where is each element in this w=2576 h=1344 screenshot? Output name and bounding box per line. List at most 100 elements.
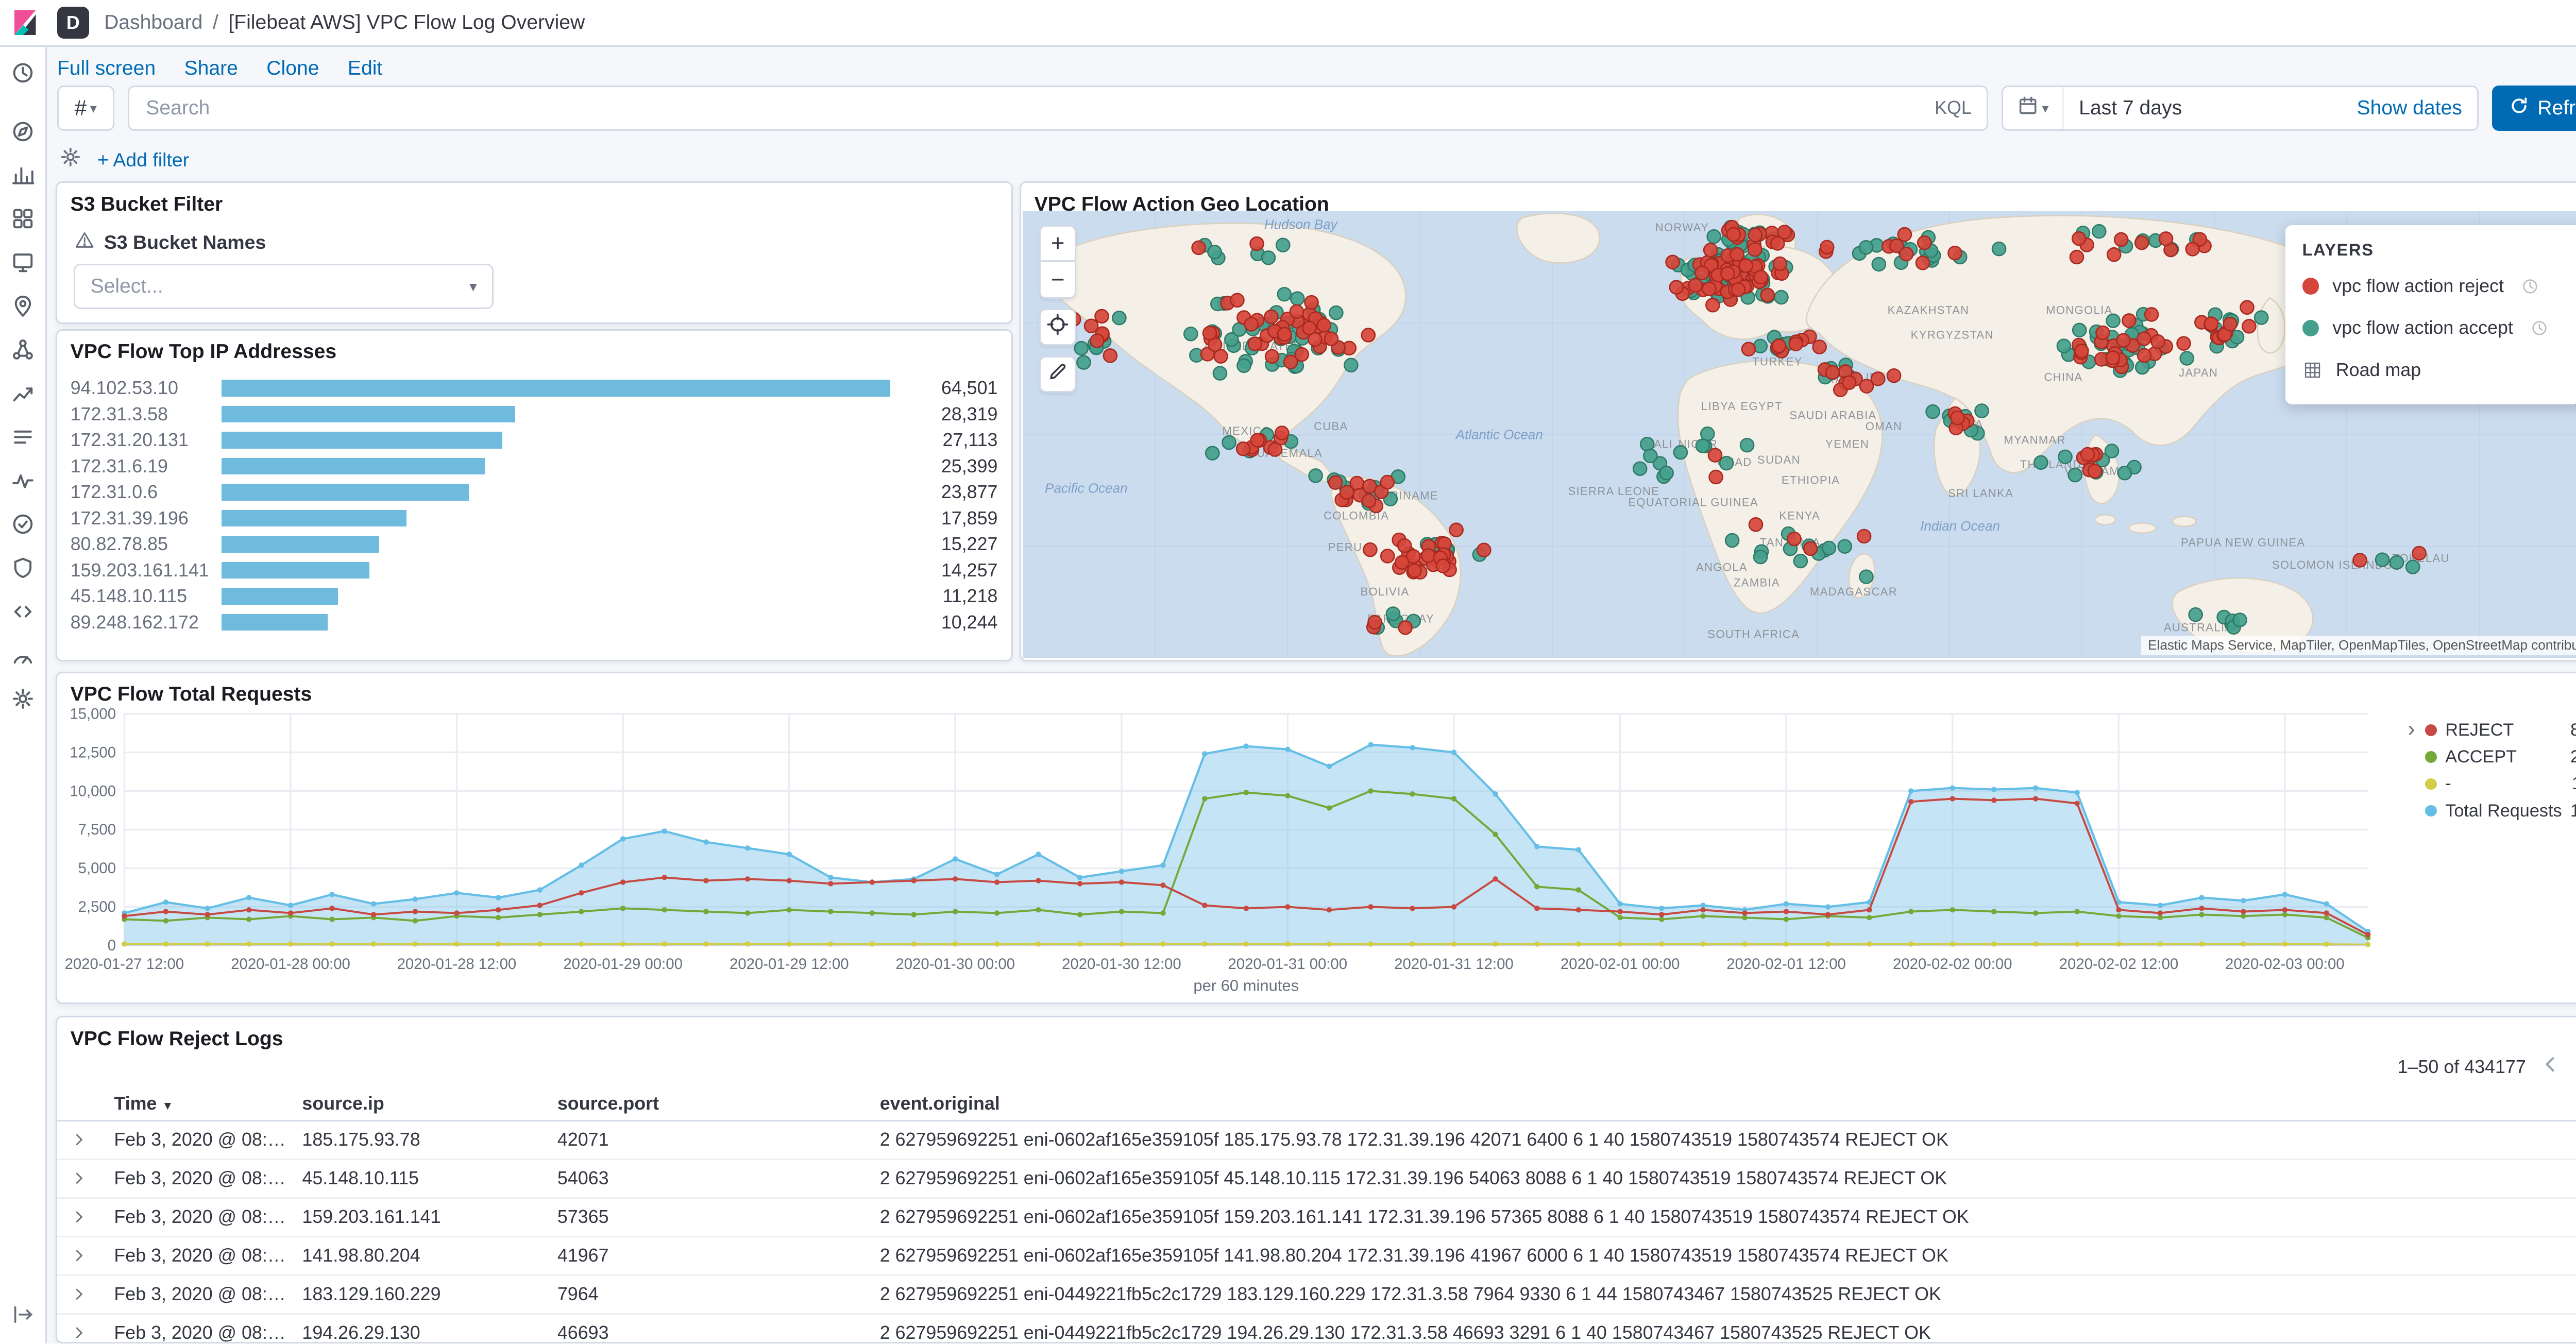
table-row[interactable]: Feb 3, 2020 @ 08:25:25.000 194.26.29.130 4… — [57, 1315, 2576, 1342]
zoom-in-button[interactable]: + — [1039, 225, 1077, 262]
ip-bar-row[interactable]: 45.148.10.115 11,218 — [71, 583, 998, 609]
kibana-logo-icon[interactable] — [0, 8, 50, 37]
table-header-row: Time ▼ source.ip source.port event.original — [57, 1087, 2576, 1121]
svg-text:2020-02-03 00:00: 2020-02-03 00:00 — [2225, 956, 2345, 973]
panel-title[interactable]: VPC Flow Top IP Addresses — [57, 331, 1011, 364]
chevron-left-icon — [2539, 1053, 2561, 1081]
sidebar-item-apm[interactable] — [3, 468, 43, 499]
minus-icon: − — [1050, 266, 1065, 293]
filter-options-gear-icon[interactable] — [59, 144, 82, 175]
space-avatar[interactable]: D — [57, 7, 89, 39]
sidebar-item-stack-monitoring[interactable] — [3, 643, 43, 673]
search-input[interactable] — [127, 86, 1989, 131]
ip-bar-row[interactable]: 159.203.161.141 14,257 — [71, 557, 998, 584]
toolbar-link-full-screen[interactable]: Full screen — [57, 57, 156, 80]
ip-bar-row[interactable]: 172.31.20.131 27,113 — [71, 427, 998, 453]
cell-event-original: 2 627959692251 eni-0602af165e359105f 159… — [879, 1206, 1969, 1228]
ip-bar-row[interactable]: 172.31.6.19 25,399 — [71, 453, 998, 480]
map-tools-button[interactable] — [1039, 355, 1077, 393]
ip-bar-row[interactable]: 80.82.78.85 15,227 — [71, 531, 998, 557]
sidebar-item-recently-viewed[interactable] — [3, 60, 43, 91]
breadcrumb: Dashboard / [Filebeat AWS] VPC Flow Log … — [104, 11, 585, 34]
add-filter-button[interactable]: + Add filter — [97, 149, 189, 171]
geo-map[interactable]: Hudson BayNORWAYUNITED STATESKAZAKHSTANM… — [1022, 211, 2576, 659]
toolbar-link-clone[interactable]: Clone — [266, 57, 319, 80]
sidebar-item-dev-tools[interactable] — [3, 599, 43, 630]
legend-item--[interactable]: -110 — [2425, 771, 2576, 797]
table-row[interactable]: Feb 3, 2020 @ 08:26:14.000 141.98.80.204 4… — [57, 1237, 2576, 1276]
legend-item-total-requests[interactable]: Total Requests1,226 — [2425, 797, 2576, 824]
s3-bucket-select[interactable]: Select... ▾ — [74, 264, 494, 310]
svg-text:2020-01-30 00:00: 2020-01-30 00:00 — [895, 956, 1015, 973]
svg-text:BOLIVIA: BOLIVIA — [1360, 586, 1409, 599]
toolbar-link-share[interactable]: Share — [184, 57, 238, 80]
svg-text:EQUATORIAL GUINEA: EQUATORIAL GUINEA — [1628, 496, 1758, 509]
legend-item-accept[interactable]: ACCEPT253 — [2425, 744, 2576, 771]
sidebar-item-dashboard[interactable] — [3, 207, 43, 237]
calendar-menu-button[interactable]: ▾ — [2003, 87, 2064, 130]
table-row[interactable]: Feb 3, 2020 @ 08:25:25.000 183.129.160.22… — [57, 1276, 2576, 1315]
sidebar-item-visualize[interactable] — [3, 163, 43, 193]
layer-row-road-map[interactable]: Road map — [2302, 349, 2576, 391]
column-header-source-port[interactable]: source.port — [544, 1093, 867, 1114]
sidebar-item-logs[interactable] — [3, 425, 43, 455]
svg-text:0: 0 — [107, 937, 115, 954]
show-dates-button[interactable]: Show dates — [2357, 97, 2462, 120]
column-header-source-ip[interactable]: source.ip — [289, 1093, 544, 1114]
expand-row-icon[interactable] — [57, 1131, 101, 1148]
column-header-time[interactable]: Time ▼ — [100, 1093, 289, 1114]
cell-time: Feb 3, 2020 @ 08:26:14.000 — [114, 1206, 289, 1228]
dashboard-content: Full screen Share Clone Edit #▾ KQL ▾ Last … — [47, 47, 2576, 1343]
time-range-label[interactable]: Last 7 days — [2079, 97, 2182, 120]
ip-value: 64,501 — [941, 377, 998, 398]
expand-row-icon[interactable] — [57, 1324, 101, 1341]
ip-label: 159.203.161.141 — [70, 559, 209, 581]
legend-collapse-button[interactable]: › — [2408, 717, 2415, 741]
panel-title[interactable]: S3 Bucket Filter — [57, 183, 1011, 216]
sidebar-item-discover[interactable] — [3, 119, 43, 149]
svg-text:SRI LANKA: SRI LANKA — [1948, 487, 2013, 500]
sidebar-item-canvas[interactable] — [3, 250, 43, 281]
ip-bar-row[interactable]: 172.31.3.58 28,319 — [71, 401, 998, 428]
saved-query-menu-button[interactable]: # ▾ — [57, 86, 114, 131]
expand-row-icon[interactable] — [57, 1209, 101, 1226]
table-row[interactable]: Feb 3, 2020 @ 08:26:14.000 159.203.161.14… — [57, 1199, 2576, 1237]
ip-label: 80.82.78.85 — [70, 534, 168, 555]
filter-bar: + Add filter — [59, 144, 189, 175]
svg-text:2020-01-28 12:00: 2020-01-28 12:00 — [397, 956, 516, 973]
table-row[interactable]: Feb 3, 2020 @ 08:26:14.000 45.148.10.115 5… — [57, 1160, 2576, 1199]
column-header-event-original[interactable]: event.original — [867, 1093, 2576, 1114]
panel-title[interactable]: VPC Flow Total Requests — [57, 673, 2576, 706]
expand-row-icon[interactable] — [57, 1247, 101, 1264]
set-view-button[interactable] — [1039, 309, 1077, 346]
sidebar-item-maps[interactable] — [3, 294, 43, 324]
cell-time: Feb 3, 2020 @ 08:25:25.000 — [114, 1284, 289, 1305]
sidebar-item-management[interactable] — [3, 687, 43, 717]
ip-bar — [221, 405, 515, 423]
sidebar-item-uptime[interactable] — [3, 512, 43, 542]
total-requests-chart[interactable]: 0 2,500 5,000 7,500 10,000 12,500 15,000 2020-0… — [64, 704, 2401, 999]
zoom-out-button[interactable]: − — [1039, 262, 1077, 299]
layer-row-vpc-flow-action-reject[interactable]: vpc flow action reject — [2302, 265, 2576, 307]
panel-title[interactable]: VPC Flow Action Geo Location — [1021, 183, 2576, 216]
breadcrumb-dashboard[interactable]: Dashboard — [104, 11, 202, 34]
panel-title[interactable]: VPC Flow Reject Logs — [57, 1017, 2576, 1050]
previous-page-button[interactable] — [2538, 1052, 2563, 1083]
expand-row-icon[interactable] — [57, 1170, 101, 1187]
ip-bar-row[interactable]: 172.31.0.6 23,877 — [71, 479, 998, 505]
legend-item-reject[interactable]: REJECT863 — [2425, 717, 2576, 744]
toolbar-link-edit[interactable]: Edit — [348, 57, 382, 80]
refresh-button[interactable]: Refresh — [2492, 86, 2576, 131]
kql-language-button[interactable]: KQL — [1935, 97, 1972, 118]
expand-row-icon[interactable] — [57, 1286, 101, 1303]
discover-icon — [10, 119, 36, 150]
sidebar-item-siem[interactable] — [3, 556, 43, 586]
sidebar-item-machine-learning[interactable] — [3, 337, 43, 368]
ip-bar-row[interactable]: 172.31.39.196 17,859 — [71, 505, 998, 532]
layer-row-vpc-flow-action-accept[interactable]: vpc flow action accept — [2302, 307, 2576, 349]
ip-bar-row[interactable]: 94.102.53.10 64,501 — [71, 375, 998, 401]
sidebar-item-metrics[interactable] — [3, 381, 43, 412]
ip-bar-row[interactable]: 89.248.162.172 10,244 — [71, 609, 998, 636]
table-row[interactable]: Feb 3, 2020 @ 08:26:14.000 185.175.93.78 4… — [57, 1121, 2576, 1160]
dock-navigation-button[interactable] — [3, 1300, 43, 1330]
